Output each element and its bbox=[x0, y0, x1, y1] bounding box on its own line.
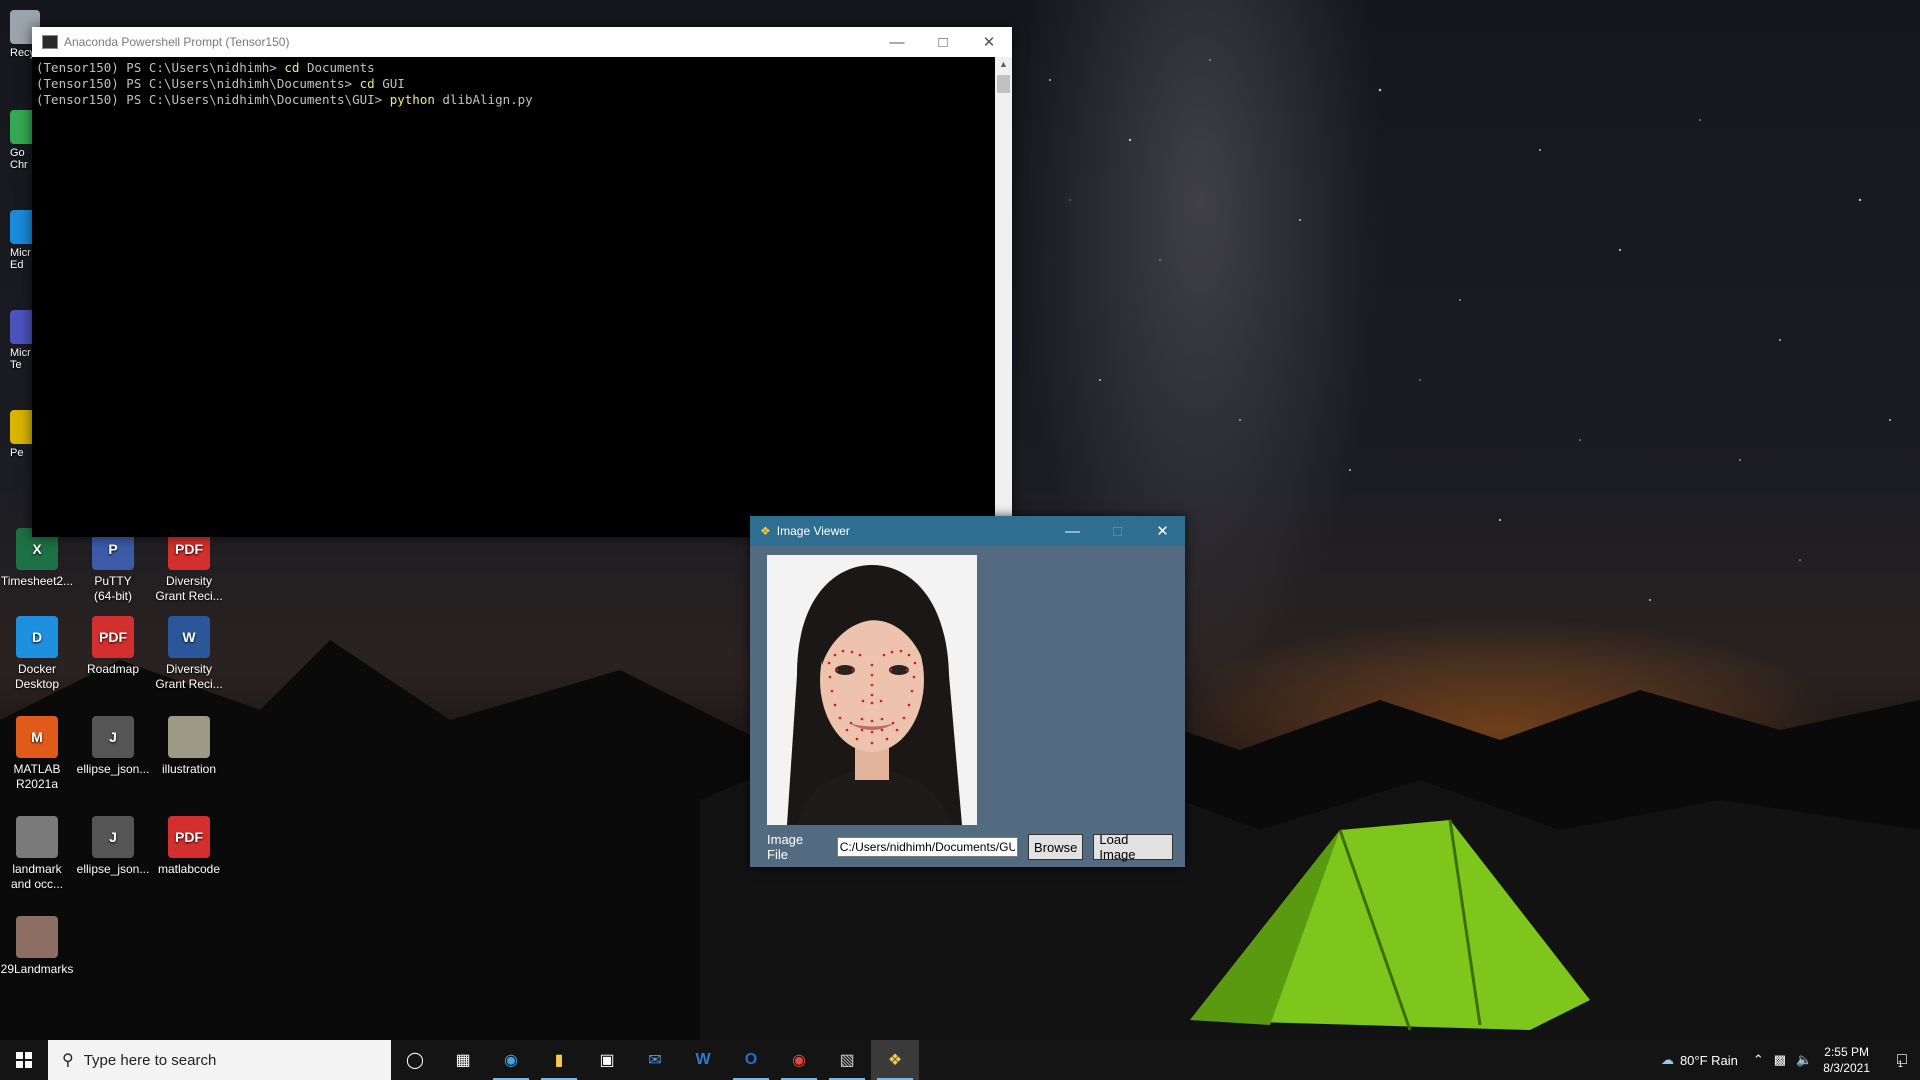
desktop-icon[interactable]: X Timesheet2... bbox=[0, 528, 74, 589]
terminal-line: (Tensor150) PS C:\Users\nidhimh> cd Docu… bbox=[36, 60, 375, 75]
file-icon: PDF bbox=[92, 616, 134, 658]
desktop-icon[interactable]: M MATLAB R2021a bbox=[0, 716, 74, 792]
chevron-up-icon[interactable]: ⌃ bbox=[1753, 1052, 1764, 1068]
viewer-title: Image Viewer bbox=[776, 524, 850, 538]
file-icon: M bbox=[16, 716, 58, 758]
desktop-icon-label: PuTTY (64-bit) bbox=[93, 574, 132, 603]
minimize-button[interactable]: — bbox=[874, 27, 920, 57]
minimize-button[interactable]: — bbox=[1050, 516, 1095, 546]
clock-date: 8/3/2021 bbox=[1823, 1061, 1870, 1075]
desktop-icon[interactable]: PDF matlabcode bbox=[152, 816, 226, 877]
desktop-icon[interactable]: P PuTTY (64-bit) bbox=[76, 528, 150, 604]
terminal-line: (Tensor150) PS C:\Users\nidhimh\Document… bbox=[36, 76, 405, 91]
search-icon: ⚲ bbox=[62, 1052, 74, 1069]
desktop-icon[interactable]: Jellipse_json... bbox=[76, 716, 150, 777]
desktop-icon-label: illustration bbox=[161, 762, 217, 776]
terminal-scrollbar[interactable]: ▲ bbox=[995, 57, 1012, 537]
store-icon[interactable]: ▣ bbox=[583, 1040, 631, 1080]
windows-logo-icon bbox=[16, 1052, 32, 1068]
file-icon: W bbox=[168, 616, 210, 658]
notification-count: 1 bbox=[1897, 1059, 1903, 1069]
load-image-button[interactable]: Load Image bbox=[1093, 832, 1173, 862]
desktop-icon-label: Diversity Grant Reci... bbox=[155, 574, 223, 603]
image-viewer-window[interactable]: ❖ Image Viewer — □ ✕ Image File C:/Users… bbox=[750, 516, 1185, 867]
terminal-icon[interactable]: ▧ bbox=[823, 1040, 871, 1080]
file-icon: PDF bbox=[168, 816, 210, 858]
taskbar-search-box[interactable]: ⚲ Type here to search bbox=[48, 1040, 391, 1080]
desktop-icon-label: Timesheet2... bbox=[0, 574, 74, 588]
speaker-muted-icon[interactable]: 🔈 bbox=[1796, 1052, 1812, 1068]
terminal-window[interactable]: Anaconda Powershell Prompt (Tensor150) —… bbox=[32, 27, 1012, 537]
terminal-output[interactable]: (Tensor150) PS C:\Users\nidhimh> cd Docu… bbox=[32, 57, 995, 537]
desktop-icon-label: Docker Desktop bbox=[14, 662, 60, 691]
word-icon[interactable]: W bbox=[679, 1040, 727, 1080]
desktop-icon-label: ellipse_json... bbox=[76, 862, 150, 876]
desktop-icon[interactable]: PDF Roadmap bbox=[76, 616, 150, 677]
weather-text: 80°F Rain bbox=[1679, 1052, 1738, 1068]
desktop-icon-label: 29Landmarks bbox=[0, 962, 74, 976]
desktop-icon-label: matlabcode bbox=[157, 862, 221, 876]
file-icon bbox=[16, 816, 58, 858]
file-icon: D bbox=[16, 616, 58, 658]
desktop-icon-label: Diversity Grant Reci... bbox=[155, 662, 223, 691]
viewer-controls: Image File Browse Load Image bbox=[767, 832, 1173, 862]
face-image bbox=[767, 555, 977, 825]
desktop-icon[interactable]: illustration bbox=[152, 716, 226, 777]
rain-cloud-icon: ☁ bbox=[1660, 1052, 1674, 1067]
desktop-icon[interactable]: 29Landmarks bbox=[0, 916, 74, 977]
system-tray: ☁ 80°F Rain ⌃ ▩ 🔈 2:55 PM 8/3/2021 □ 1 bbox=[1661, 1040, 1920, 1080]
mail-icon[interactable]: ✉ bbox=[631, 1040, 679, 1080]
desktop-icon[interactable]: landmark and occ... bbox=[0, 816, 74, 892]
python-feather-icon: ❖ bbox=[760, 524, 771, 538]
desktop-icon[interactable]: W Diversity Grant Reci... bbox=[152, 616, 226, 692]
clock-time: 2:55 PM bbox=[1824, 1045, 1869, 1059]
desktop-icon-label: ellipse_json... bbox=[76, 762, 150, 776]
cortana-icon[interactable]: ◯ bbox=[391, 1040, 439, 1080]
chrome-icon[interactable]: ◉ bbox=[775, 1040, 823, 1080]
wallpaper-tent bbox=[1190, 819, 1590, 1031]
maximize-button[interactable]: □ bbox=[920, 27, 966, 57]
desktop-icon-label: MATLAB R2021a bbox=[13, 762, 61, 791]
start-button[interactable] bbox=[0, 1040, 48, 1080]
task-view-icon[interactable]: ▦ bbox=[439, 1040, 487, 1080]
close-button[interactable]: ✕ bbox=[966, 27, 1012, 57]
python-icon[interactable]: ❖ bbox=[871, 1040, 919, 1080]
close-button[interactable]: ✕ bbox=[1140, 516, 1185, 546]
desktop-icon[interactable]: D Docker Desktop bbox=[0, 616, 74, 692]
file-icon: J bbox=[92, 816, 134, 858]
desktop-icon-label: landmark and occ... bbox=[10, 862, 64, 891]
image-file-label: Image File bbox=[767, 832, 804, 862]
scroll-up-icon[interactable]: ▲ bbox=[999, 59, 1008, 69]
file-explorer-icon[interactable]: ▮ bbox=[535, 1040, 583, 1080]
network-icon[interactable]: ▩ bbox=[1774, 1052, 1786, 1068]
desktop-icon-label: Roadmap bbox=[86, 662, 140, 676]
edge-icon[interactable]: ◉ bbox=[487, 1040, 535, 1080]
file-icon bbox=[168, 716, 210, 758]
notification-center-icon[interactable]: □ 1 bbox=[1880, 1040, 1920, 1080]
browse-button[interactable]: Browse bbox=[1028, 834, 1084, 860]
desktop-icon[interactable]: Jellipse_json... bbox=[76, 816, 150, 877]
terminal-title: Anaconda Powershell Prompt (Tensor150) bbox=[64, 35, 290, 49]
terminal-titlebar[interactable]: Anaconda Powershell Prompt (Tensor150) —… bbox=[32, 27, 1012, 57]
search-placeholder: Type here to search bbox=[83, 1051, 217, 1069]
weather-widget[interactable]: ☁ 80°F Rain bbox=[1661, 1052, 1738, 1068]
outlook-icon[interactable]: O bbox=[727, 1040, 775, 1080]
clock[interactable]: 2:55 PM 8/3/2021 bbox=[1823, 1044, 1870, 1076]
viewer-titlebar[interactable]: ❖ Image Viewer — □ ✕ bbox=[750, 516, 1185, 546]
face-landmark-photo bbox=[767, 555, 977, 825]
desktop-icon[interactable]: PDF Diversity Grant Reci... bbox=[152, 528, 226, 604]
terminal-line: (Tensor150) PS C:\Users\nidhimh\Document… bbox=[36, 92, 533, 107]
scroll-thumb[interactable] bbox=[997, 75, 1010, 93]
terminal-app-icon bbox=[42, 35, 58, 49]
maximize-button: □ bbox=[1112, 522, 1123, 540]
image-file-input[interactable] bbox=[836, 837, 1019, 857]
file-icon bbox=[16, 916, 58, 958]
file-icon: J bbox=[92, 716, 134, 758]
taskbar: ⚲ Type here to search ◯ ▦ ◉ ▮ ▣ ✉ W O ◉ … bbox=[0, 1040, 1920, 1080]
